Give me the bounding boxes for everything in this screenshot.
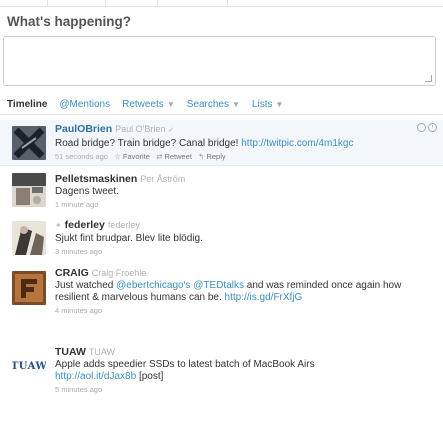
star-icon: ☆: [114, 152, 121, 161]
thread-icon[interactable]: ◌: [417, 123, 426, 132]
tweet-controls: ◌ ›: [417, 123, 437, 132]
retweet-indicator-icon: ✦: [55, 221, 62, 230]
chevron-down-icon: ▼: [166, 99, 175, 109]
tweet-text: Dagens tweet.: [55, 186, 119, 197]
tweet-username[interactable]: CRAIG: [55, 267, 89, 279]
tweet-compose-box[interactable]: [3, 36, 436, 86]
tweet-timestamp[interactable]: 51 seconds ago: [55, 152, 108, 161]
avatar[interactable]: [12, 173, 46, 207]
retweet-button[interactable]: ⇄ Retweet: [156, 152, 192, 161]
tweet-fullname: Per Åström: [140, 174, 186, 184]
tweet-meta: 51 seconds ago ☆ Favorite ⇄ Retweet ↰ Re…: [55, 152, 437, 161]
verified-icon: ✓: [168, 127, 175, 134]
avatar[interactable]: [12, 126, 46, 160]
nav-segment: [106, 0, 158, 6]
tab-lists[interactable]: Lists ▼: [252, 99, 283, 110]
tab-retweets[interactable]: Retweets ▼: [122, 99, 175, 110]
tweet-text: Just watched @ebertchicago's @TEDtalks a…: [55, 280, 402, 303]
tweet-link[interactable]: http://aol.it/dJax8b: [55, 371, 136, 382]
reply-button[interactable]: ↰ Reply: [198, 152, 226, 161]
avatar[interactable]: TUAW: [12, 349, 46, 383]
tuaw-logo: TUAW: [12, 360, 46, 372]
tweet-username[interactable]: PaulOBrien: [55, 123, 112, 135]
top-nav-strip: [0, 0, 443, 7]
nav-segment: [158, 0, 228, 6]
resize-handle-icon[interactable]: [425, 75, 432, 82]
chevron-down-icon: ▼: [231, 99, 240, 109]
avatar[interactable]: [12, 271, 46, 305]
tabs-divider: [0, 114, 443, 115]
tweet-link[interactable]: http://twitpic.com/4m1kgc: [241, 138, 353, 149]
tweet-fullname: federley: [107, 220, 140, 230]
page-heading: What's happening?: [7, 14, 131, 29]
chevron-down-icon: ▼: [275, 99, 284, 109]
tweet-username[interactable]: Pelletsmaskinen: [55, 173, 137, 185]
tweet-fullname: TUAW: [88, 347, 116, 357]
favorite-button[interactable]: ☆ Favorite: [114, 152, 150, 161]
tweet-fullname: Craig Froehle: [91, 268, 147, 278]
retweet-icon: ⇄: [156, 152, 163, 161]
tweet-item[interactable]: PaulOBrien Paul O'Brien ✓ Road bridge? T…: [0, 120, 443, 166]
tweet-timestamp[interactable]: 1 minute ago: [55, 200, 437, 209]
avatar[interactable]: [12, 221, 46, 255]
tweet-item[interactable]: ✦ federley federley Sjukt fint brudpar. …: [0, 214, 443, 262]
tweet-item[interactable]: TUAW TUAW TUAW Apple adds speedier SSDs …: [0, 340, 443, 400]
tweet-item[interactable]: CRAIG Craig Froehle Just watched @ebertc…: [0, 262, 443, 322]
expand-arrow-icon[interactable]: ›: [428, 123, 437, 132]
tweet-username[interactable]: TUAW: [55, 346, 86, 358]
tweet-username[interactable]: federley: [65, 219, 105, 231]
tweet-link[interactable]: http://is.gd/FrXfjG: [225, 292, 303, 303]
tab-searches[interactable]: Searches ▼: [187, 99, 240, 110]
nav-segment: [0, 0, 48, 6]
tab-mentions[interactable]: @Mentions: [59, 99, 110, 110]
tweet-text: Sjukt fint brudpar. Blev lite blödig.: [55, 233, 203, 244]
mention-link[interactable]: @TEDtalks: [193, 280, 244, 291]
tweet-timestamp[interactable]: 3 minutes ago: [55, 247, 437, 256]
mention-link[interactable]: @ebertchicago's: [116, 280, 190, 291]
tweet-timestamp[interactable]: 5 minutes ago: [55, 385, 437, 394]
tweet-timestamp[interactable]: 4 minutes ago: [55, 306, 437, 315]
nav-segment: [48, 0, 106, 6]
timeline-tabs: Timeline @Mentions Retweets ▼ Searches ▼ L…: [7, 96, 443, 112]
tab-timeline[interactable]: Timeline: [7, 99, 47, 110]
tweet-fullname: Paul O'Brien: [115, 124, 166, 134]
tweet-text: Apple adds speedier SSDs to latest batch…: [55, 359, 315, 382]
tweet-item[interactable]: Pelletsmaskinen Per Åström Dagens tweet.…: [0, 168, 443, 214]
tweet-text: Road bridge? Train bridge? Canal bridge!…: [55, 138, 354, 149]
reply-icon: ↰: [198, 152, 205, 161]
